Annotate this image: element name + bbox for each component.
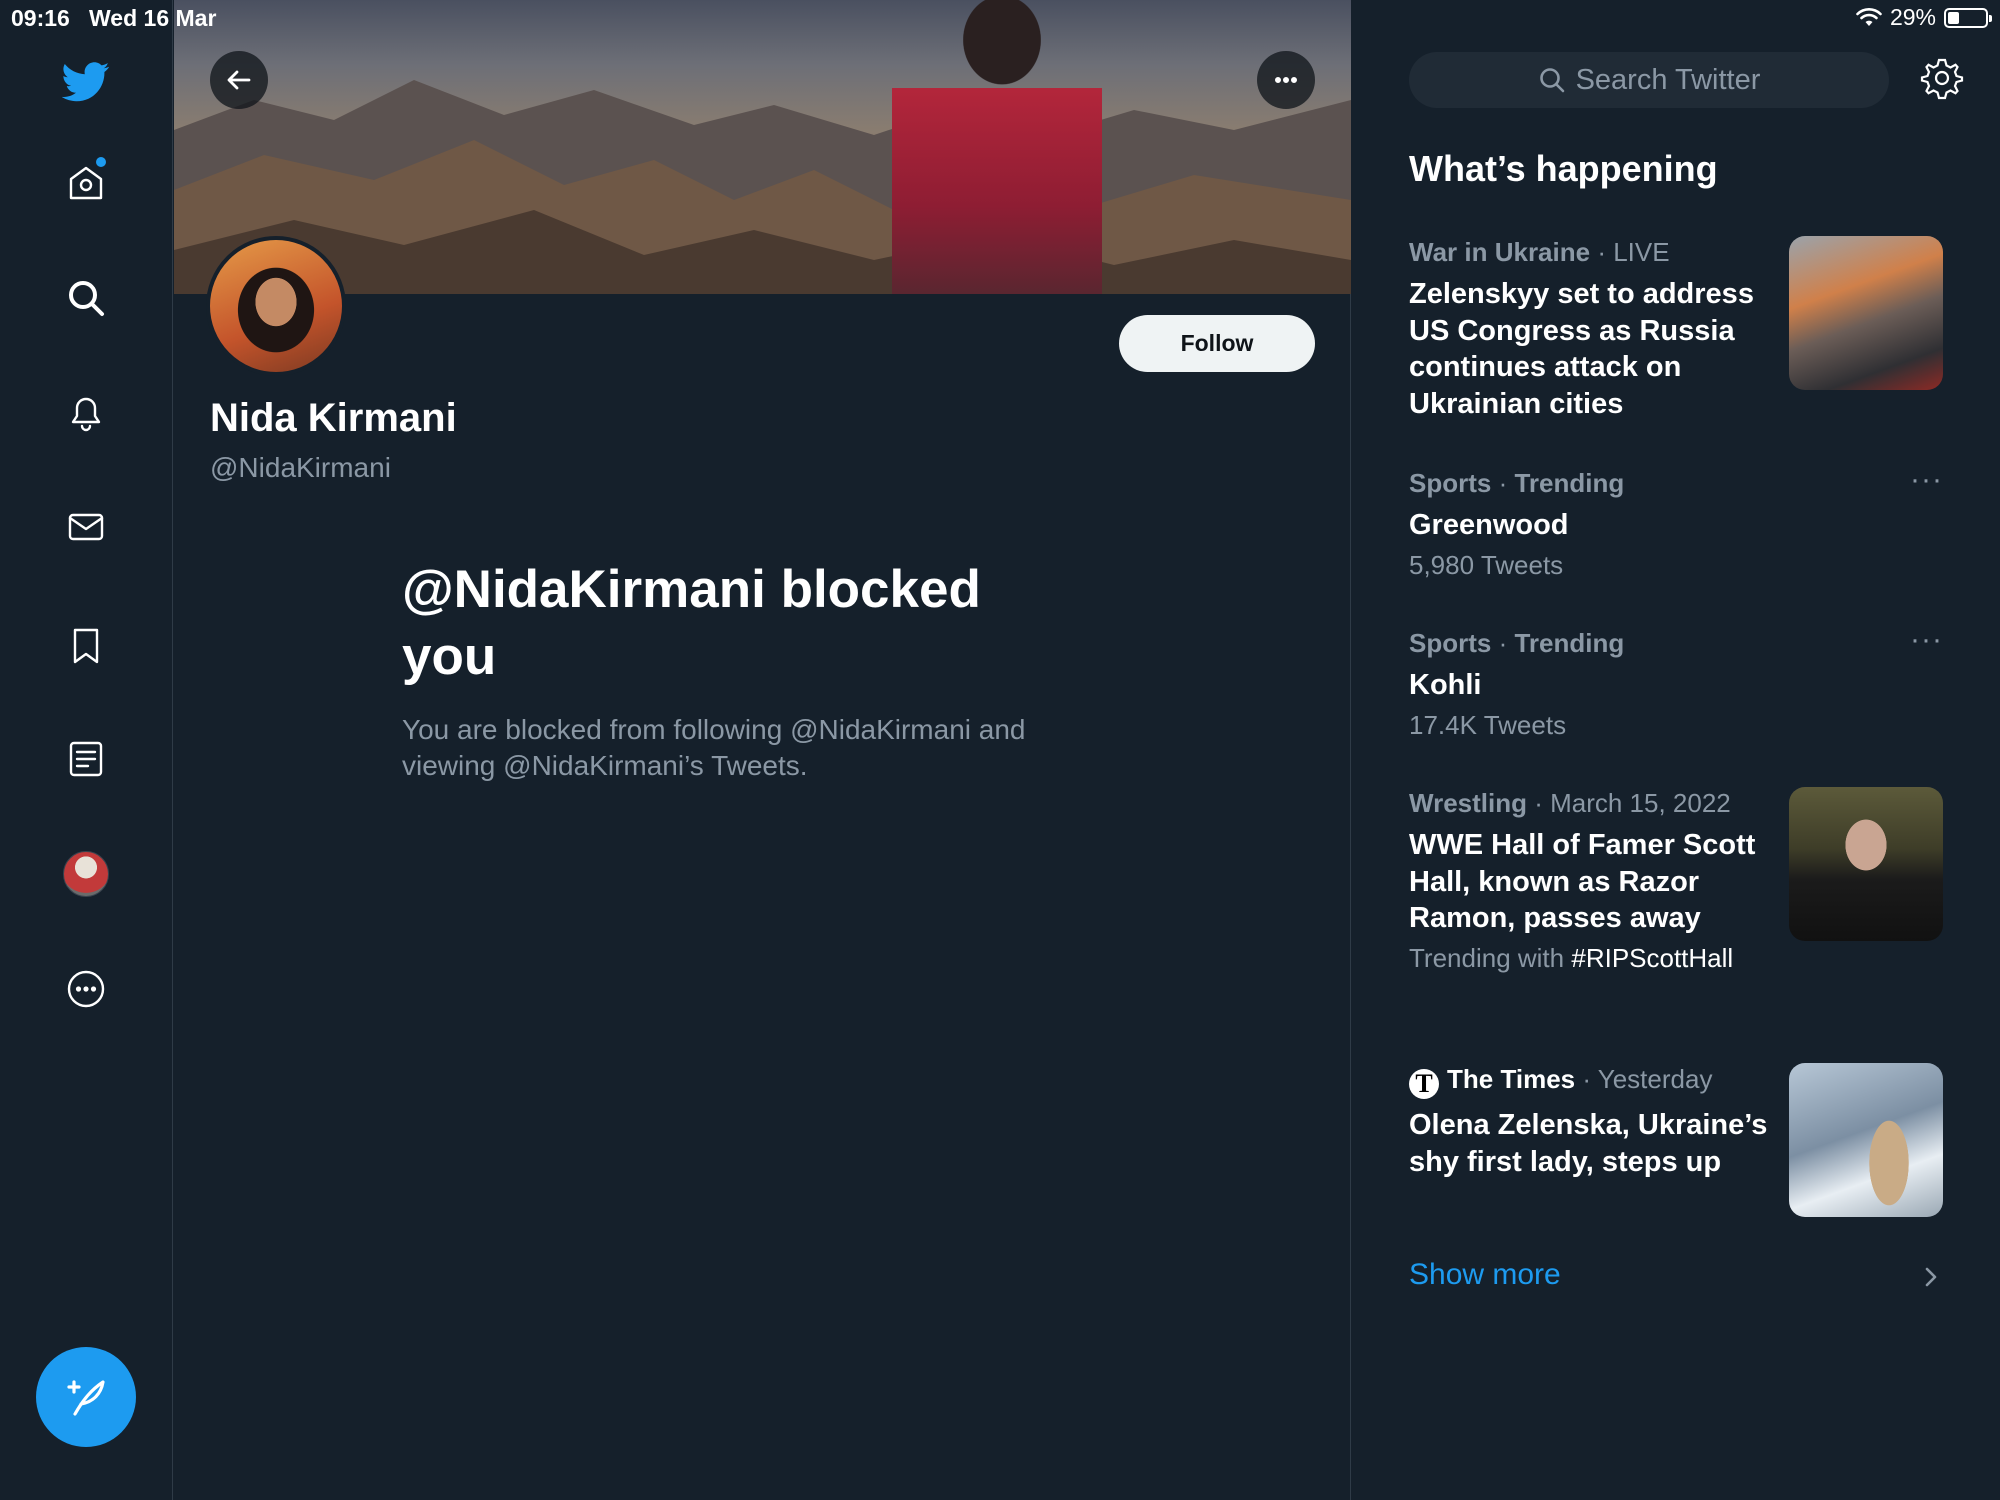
trend-headline: Olena Zelenska, Ukraine’s shy first lady… xyxy=(1409,1109,1768,1178)
nav-notifications[interactable] xyxy=(56,382,116,442)
trend-context: Yesterday xyxy=(1597,1064,1713,1094)
status-time: 09:16 xyxy=(11,5,70,31)
gear-icon xyxy=(1920,58,1964,100)
settings-button[interactable] xyxy=(1920,56,1968,104)
wifi-icon xyxy=(1856,7,1882,26)
trend-count: 5,980 Tweets xyxy=(1409,549,1564,580)
more-horizontal-icon xyxy=(1275,76,1297,83)
lists-icon xyxy=(69,741,103,777)
left-nav xyxy=(0,0,173,1500)
trend-thumbnail[interactable] xyxy=(1789,1063,1943,1217)
trend-context: Trending xyxy=(1514,468,1625,498)
status-indicators: 29% xyxy=(1856,4,1992,31)
trend-meta: T The Times · Yesterday xyxy=(1409,1063,1771,1099)
search-icon xyxy=(69,281,104,316)
home-icon xyxy=(69,166,103,200)
search-input[interactable]: Search Twitter xyxy=(1409,52,1889,108)
trend-category: War in Ukraine xyxy=(1409,237,1591,267)
trend-more-button[interactable]: ··· xyxy=(1910,625,1943,655)
trend-trending-with: Trending with #RIPScottHall xyxy=(1409,943,1771,974)
profile-more-button[interactable] xyxy=(1257,51,1315,109)
battery-icon xyxy=(1944,7,1992,28)
blocked-title: @NidaKirmani blocked you xyxy=(402,560,981,686)
mail-icon xyxy=(68,513,104,541)
trend-category: Sports xyxy=(1409,468,1492,498)
trend-context: Trending xyxy=(1514,628,1625,658)
trend-category: Wrestling xyxy=(1409,788,1527,818)
blocked-description: You are blocked from following @NidaKirm… xyxy=(402,714,1026,781)
trend-headline: WWE Hall of Famer Scott Hall, known as R… xyxy=(1409,829,1756,934)
nav-lists[interactable] xyxy=(56,729,116,789)
back-button[interactable] xyxy=(210,51,268,109)
profile-name: Nida Kirmani xyxy=(210,396,457,440)
nav-messages[interactable] xyxy=(56,497,116,557)
show-more-link[interactable]: Show more xyxy=(1409,1258,1561,1292)
trend-item[interactable]: Sports · Trending Kohli 17.4K Tweets xyxy=(1409,627,1949,741)
bookmark-icon xyxy=(73,628,99,664)
twitter-logo-icon[interactable] xyxy=(56,51,116,111)
bell-icon xyxy=(71,397,101,432)
trend-item[interactable]: Sports · Trending Greenwood 5,980 Tweets xyxy=(1409,467,1949,581)
trend-meta: War in Ukraine · LIVE xyxy=(1409,237,1670,267)
nav-home[interactable] xyxy=(56,153,116,213)
search-placeholder: Search Twitter xyxy=(1575,63,1761,96)
avatar xyxy=(63,851,109,897)
compose-tweet-button[interactable] xyxy=(36,1347,136,1447)
status-bar: 09:16 Wed 16 Mar 29% xyxy=(0,0,2000,34)
trend-meta: Sports · Trending xyxy=(1409,628,1625,658)
battery-percent: 29% xyxy=(1889,4,1936,30)
trend-count: 17.4K Tweets xyxy=(1409,709,1567,740)
whats-happening-heading: What’s happening xyxy=(1409,148,1718,189)
trend-category: Sports xyxy=(1409,628,1492,658)
banner-person xyxy=(892,0,1102,294)
follow-button[interactable]: Follow xyxy=(1119,315,1315,372)
nav-more[interactable] xyxy=(56,959,116,1019)
search-icon xyxy=(1539,68,1564,93)
trend-meta: Sports · Trending xyxy=(1409,468,1625,498)
trend-headline: Zelenskyy set to address US Congress as … xyxy=(1409,278,1754,420)
mountains-image xyxy=(174,80,1351,294)
profile-column: Follow Nida Kirmani @NidaKirmani @NidaKi… xyxy=(174,0,1351,1500)
trend-headline: Greenwood xyxy=(1409,509,1569,541)
trend-headline: Kohli xyxy=(1409,669,1482,701)
profile-banner xyxy=(174,0,1351,294)
trend-context: March 15, 2022 xyxy=(1550,788,1731,818)
more-circle-icon xyxy=(67,970,105,1008)
nav-bookmarks[interactable] xyxy=(56,616,116,676)
trend-thumbnail[interactable] xyxy=(1789,787,1943,941)
trend-thumbnail[interactable] xyxy=(1789,236,1943,390)
nav-explore[interactable] xyxy=(56,268,116,328)
trend-more-button[interactable]: ··· xyxy=(1910,465,1943,495)
status-date: Wed 16 Mar xyxy=(89,5,217,31)
trend-meta: Wrestling · March 15, 2022 xyxy=(1409,788,1731,818)
trending-with-label: Trending with xyxy=(1409,942,1565,973)
the-times-logo-icon: T xyxy=(1409,1069,1439,1099)
compose-feather-icon xyxy=(67,1380,105,1416)
notification-dot xyxy=(96,157,106,167)
profile-avatar[interactable] xyxy=(206,236,346,376)
nav-profile[interactable] xyxy=(56,844,116,904)
trend-hashtag[interactable]: #RIPScottHall xyxy=(1571,943,1733,973)
arrow-left-icon xyxy=(227,70,251,90)
profile-handle: @NidaKirmani xyxy=(210,452,391,483)
trend-context: LIVE xyxy=(1613,237,1670,267)
trend-source: The Times xyxy=(1447,1064,1576,1094)
chevron-right-icon[interactable] xyxy=(1920,1263,1942,1291)
